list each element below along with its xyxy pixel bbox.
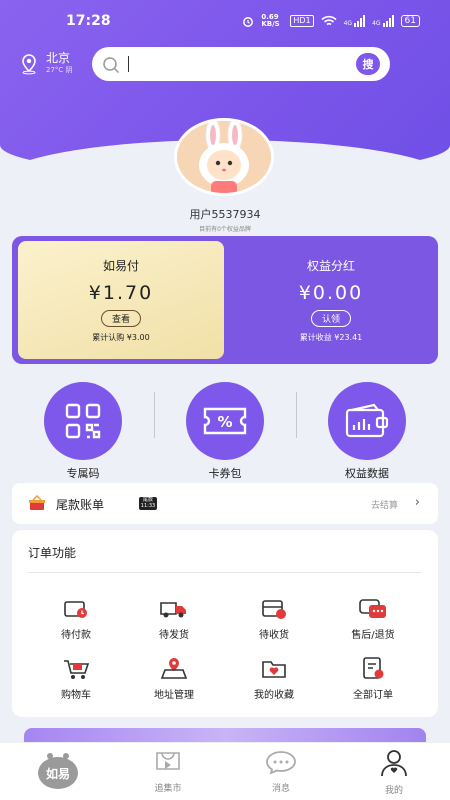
feature-label: 权益数据 [345,467,389,480]
location-pin-icon [22,53,36,74]
view-button[interactable]: 查看 [100,310,141,327]
order-all[interactable]: 全部订单 [333,656,413,701]
status-icons: 0.69 KB/S HD1 4G 4G 61 [242,14,420,28]
alarm-icon [243,17,254,27]
coupon-icon: % [203,407,247,435]
signal-2: 4G [372,15,394,27]
tab-market[interactable]: 追集市 [128,749,208,794]
feature-label: 专属码 [66,467,100,480]
battery-indicator: 61 [400,15,420,27]
package-icon [262,600,286,619]
balance-bill-row[interactable]: 尾款账单 尾款 11:33 去结算 › [12,483,438,524]
user-info: 用户5537934 目前有0个权益品牌 [0,206,450,233]
wifi-icon [321,15,337,26]
order-address[interactable]: 地址管理 [134,656,214,701]
tab-profile[interactable]: 我的 [354,749,434,796]
message-icon [266,751,296,775]
location-city: 北京 [46,51,71,65]
orders-divider [28,572,422,573]
dividend-note: 累计收益 ¥23.41 [299,333,363,342]
search-icon [103,57,120,74]
feature-label: 卡券包 [208,467,242,480]
feature-divider [154,392,155,438]
signal-1: 4G [344,15,366,27]
market-icon [156,752,180,770]
cart-icon [64,660,90,679]
all-orders-icon [363,657,384,679]
status-time: 17:28 [66,13,111,29]
user-subtitle: 目前有0个权益品牌 [199,226,251,233]
avatar[interactable] [174,118,274,196]
bill-tag: 尾款 11:33 [139,497,157,510]
user-name: 用户5537934 [189,208,261,221]
net-speed: 0.69 KB/S [261,13,280,28]
order-pending-receipt[interactable]: 待收货 [234,596,314,641]
claim-button[interactable]: 认领 [310,310,351,327]
status-bar: 17:28 0.69 KB/S HD1 4G 4G 61 [0,0,450,44]
feature-divider [296,392,297,438]
qr-code-icon [65,403,101,439]
orders-title: 订单功能 [28,546,77,560]
feature-equity-data[interactable]: 权益数据 [327,382,407,481]
ruyifu-note: 累计认购 ¥3.00 [92,333,150,342]
tab-home[interactable]: 如易 [18,749,98,797]
dividend-panel[interactable]: 权益分红 ¥0.00 认领 累计收益 ¥23.41 [228,241,434,359]
search-bar[interactable]: 搜 [92,47,390,81]
wallet-chart-icon [345,403,389,438]
home-logo-icon: 如易 [38,753,78,789]
address-icon [160,658,188,679]
order-pending-payment[interactable]: 待付款 [36,596,116,641]
chevron-right-icon: › [414,495,420,510]
truck-icon [160,602,186,618]
svg-text:%: % [217,413,232,431]
chat-service-icon [359,599,386,618]
dividend-title: 权益分红 [306,259,355,273]
dividend-amount: ¥0.00 [298,282,364,304]
feature-qr-code[interactable]: 专属码 [43,382,123,481]
order-favorites[interactable]: 我的收藏 [234,656,314,701]
cart-bill-icon [29,495,45,510]
ruyifu-panel[interactable]: 如易付 ¥1.70 查看 累计认购 ¥3.00 [18,241,224,359]
bunny-avatar-icon [177,121,271,193]
ruyifu-amount: ¥1.70 [88,282,154,304]
order-after-sales[interactable]: 售后/退货 [333,596,413,641]
hd-badge: HD1 [290,15,314,27]
tab-messages[interactable]: 消息 [241,749,321,794]
bottom-tab-bar: 如易 追集市 消息 我的 [0,742,450,800]
profile-icon [381,750,407,777]
order-cart[interactable]: 购物车 [36,656,116,701]
search-input[interactable] [128,56,129,72]
location-selector[interactable]: 北京 27°C 阴 [18,52,73,75]
order-functions-card: 订单功能 待付款 待发货 待收货 售后/退货 购物车 地址管理 我的收藏 全部订… [12,530,438,717]
feature-coupons[interactable]: % 卡券包 [185,382,265,481]
favorite-folder-icon [262,661,286,678]
checkout-link[interactable]: 去结算 [371,498,398,511]
wallet-pending-icon [64,601,87,618]
ruyifu-title: 如易付 [102,259,139,273]
location-weather: 27°C 阴 [46,66,73,74]
order-pending-shipment[interactable]: 待发货 [134,596,214,641]
bill-label: 尾款账单 [56,498,105,512]
svg-text:如易: 如易 [46,766,70,781]
search-button[interactable]: 搜 [356,53,380,75]
